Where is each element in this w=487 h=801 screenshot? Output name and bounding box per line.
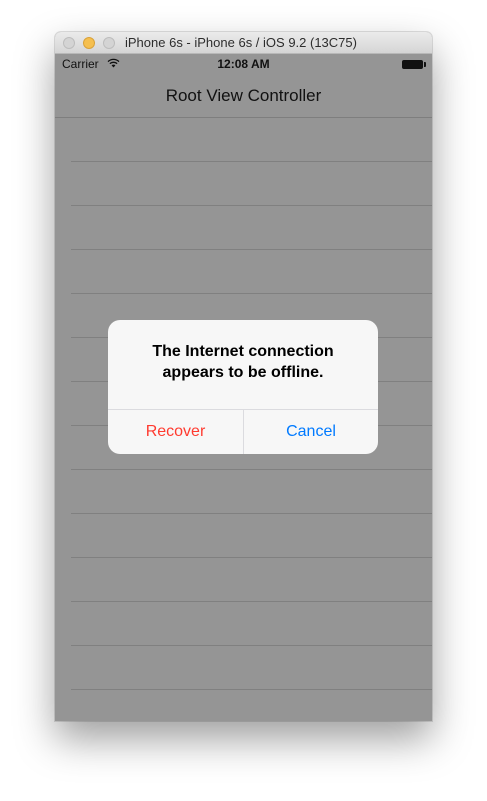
- table-row-separator: [71, 601, 432, 602]
- recover-button[interactable]: Recover: [108, 410, 243, 454]
- window-title: iPhone 6s - iPhone 6s / iOS 9.2 (13C75): [125, 35, 357, 50]
- minimize-window-button[interactable]: [83, 37, 95, 49]
- table-row-separator: [71, 557, 432, 558]
- table-row-separator: [71, 161, 432, 162]
- device-screen: Carrier 12:08 AM Root View Controller Th…: [55, 54, 432, 721]
- table-row-separator: [71, 513, 432, 514]
- alert-message: The Internet connection appears to be of…: [152, 343, 334, 381]
- cancel-button[interactable]: Cancel: [244, 410, 378, 454]
- table-row-separator: [71, 645, 432, 646]
- table-row-separator: [71, 205, 432, 206]
- table-row-separator: [71, 469, 432, 470]
- window-titlebar[interactable]: iPhone 6s - iPhone 6s / iOS 9.2 (13C75): [55, 32, 432, 54]
- navigation-bar: Root View Controller: [55, 74, 432, 118]
- table-row-separator: [71, 249, 432, 250]
- battery-icon: [402, 60, 426, 69]
- nav-title: Root View Controller: [165, 86, 322, 105]
- alert-dialog: The Internet connection appears to be of…: [108, 320, 378, 454]
- status-time: 12:08 AM: [217, 57, 270, 71]
- table-row-separator: [71, 293, 432, 294]
- simulator-window: iPhone 6s - iPhone 6s / iOS 9.2 (13C75) …: [55, 32, 432, 721]
- status-bar: Carrier 12:08 AM: [55, 54, 432, 74]
- table-row-separator: [71, 689, 432, 690]
- close-window-button[interactable]: [63, 37, 75, 49]
- zoom-window-button[interactable]: [103, 37, 115, 49]
